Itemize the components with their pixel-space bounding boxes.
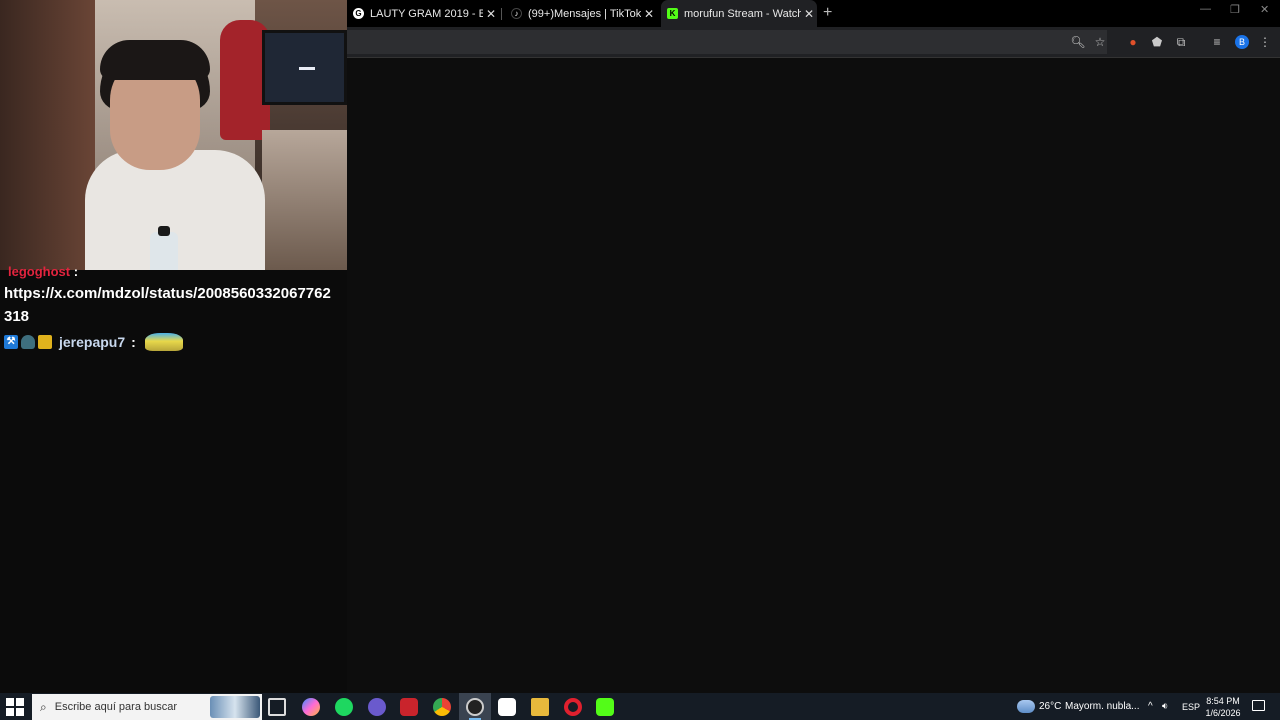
chat-message-1-header: legoghost :: [8, 264, 78, 279]
taskbar: ⌕ Escribe aquí para buscar 26°C Mayorm. …: [0, 693, 1280, 720]
tab-google-search[interactable]: G LAUTY GRAM 2019 - Buscar co ✕: [347, 0, 499, 27]
desktop-screen: legoghost : https://x.com/mdzol/status/2…: [0, 0, 1280, 720]
tab-kick-stream[interactable]: K morufun Stream - Watch Live o ✕: [661, 0, 817, 27]
windows-start-icon[interactable]: [6, 698, 24, 716]
browser-toolbar: 🔍︎ ☆ ● ⬟ ⧉ ≡ B ⋮: [347, 27, 1280, 58]
kick-icon: K: [667, 8, 678, 19]
extensions-puzzle-icon[interactable]: ⧉: [1173, 34, 1189, 50]
new-tab-button[interactable]: +: [823, 4, 832, 22]
chat-message-text[interactable]: https://x.com/mdzol/status/2008560332067…: [4, 282, 334, 328]
tab-label: morufun Stream - Watch Live o: [684, 7, 801, 20]
tab-label: LAUTY GRAM 2019 - Buscar co: [370, 7, 483, 20]
volume-icon[interactable]: 🔉︎: [1162, 693, 1168, 720]
chat-colon: :: [131, 334, 136, 350]
tab-tiktok[interactable]: ♪ (99+)Mensajes | TikTok ✕: [505, 0, 657, 27]
tab-label: (99+)Mensajes | TikTok: [528, 7, 641, 20]
extension-shield-icon[interactable]: ⬟: [1149, 34, 1165, 50]
search-icon: ⌕: [40, 699, 47, 714]
capcut-icon[interactable]: [498, 698, 516, 716]
close-icon[interactable]: ✕: [483, 7, 499, 21]
clock-time: 8:54 PM: [1206, 696, 1240, 706]
kick-app-icon[interactable]: [596, 698, 614, 716]
taskbar-search[interactable]: ⌕ Escribe aquí para buscar: [32, 694, 262, 720]
restore-icon[interactable]: ❐: [1230, 3, 1240, 16]
weather-temp[interactable]: 26°C: [1039, 693, 1061, 720]
copilot-icon[interactable]: [302, 698, 320, 716]
browser-tab-bar: G LAUTY GRAM 2019 - Buscar co ✕ ♪ (99+)M…: [347, 0, 1280, 27]
bookmark-star-icon[interactable]: ☆: [1092, 34, 1108, 50]
task-view-icon[interactable]: [268, 698, 286, 716]
webcam-monitor: [262, 30, 347, 105]
address-bar[interactable]: [347, 30, 1107, 54]
chat-colon: :: [73, 264, 79, 279]
discord-icon[interactable]: [368, 698, 386, 716]
minimize-icon[interactable]: —: [1200, 3, 1211, 15]
chat-username[interactable]: jerepapu7: [59, 334, 125, 350]
webcam-overlay: [0, 0, 347, 270]
stream-viewport[interactable]: [347, 58, 1280, 693]
file-explorer-icon[interactable]: [531, 698, 549, 716]
webcam-door: [0, 0, 95, 270]
chrome-icon[interactable]: [433, 698, 451, 716]
weather-cloud-icon[interactable]: [1017, 700, 1035, 713]
window-close-icon[interactable]: ✕: [1260, 3, 1269, 16]
moderator-badge-icon: ⚒: [4, 335, 18, 349]
webcam-bottle: [150, 226, 178, 270]
obs-icon[interactable]: [466, 698, 484, 716]
clock-date: 1/6/2026: [1205, 708, 1241, 718]
clock[interactable]: 8:54 PM 1/6/2026: [1200, 695, 1246, 719]
tiktok-icon: ♪: [511, 8, 522, 19]
voicemod-icon[interactable]: [400, 698, 418, 716]
opera-gx-icon[interactable]: [564, 698, 582, 716]
webcam-shelf: [262, 130, 347, 270]
search-placeholder: Escribe aquí para buscar: [54, 701, 178, 713]
weather-description[interactable]: Mayorm. nubla...: [1065, 693, 1139, 720]
founder-badge-icon: [21, 335, 35, 349]
search-highlight-image: [210, 696, 260, 718]
chat-message-2: ⚒ jerepapu7 :: [4, 332, 183, 352]
extension-fox-icon[interactable]: ●: [1125, 34, 1141, 50]
zoom-icon[interactable]: 🔍︎: [1070, 34, 1086, 50]
chat-username[interactable]: legoghost: [8, 264, 70, 279]
google-icon: G: [353, 8, 364, 19]
chevron-up-icon[interactable]: ^: [1148, 693, 1153, 720]
webcam-streamer-fringe: [100, 40, 210, 80]
language-indicator[interactable]: ESP: [1182, 693, 1200, 720]
tab-separator: [501, 8, 502, 20]
profile-avatar[interactable]: B: [1235, 35, 1249, 49]
close-icon[interactable]: ✕: [641, 7, 657, 21]
subscriber-badge-icon: [38, 335, 52, 349]
media-controls-icon[interactable]: ≡: [1209, 34, 1225, 50]
close-icon[interactable]: ✕: [801, 7, 817, 21]
minion-emote-icon: [144, 333, 183, 351]
menu-kebab-icon[interactable]: ⋮: [1257, 34, 1273, 50]
notification-icon[interactable]: [1252, 700, 1265, 711]
spotify-icon[interactable]: [335, 698, 353, 716]
